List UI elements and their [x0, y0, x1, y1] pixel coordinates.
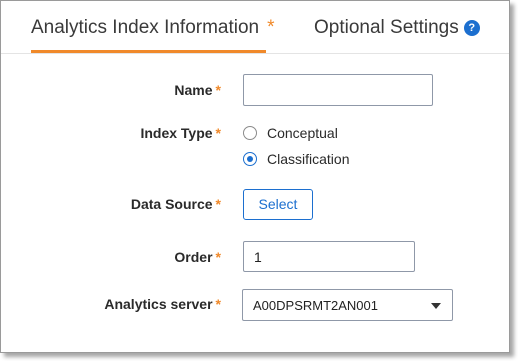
dropdown-selected-value: A00DPSRMT2AN001 [253, 298, 378, 313]
active-tab-indicator [31, 50, 266, 53]
data-source-select-button[interactable]: Select [243, 189, 313, 220]
radio-unchecked-icon[interactable] [243, 126, 257, 140]
radio-checked-icon[interactable] [243, 152, 257, 166]
radio-label: Conceptual [267, 125, 338, 141]
name-label-text: Name [174, 82, 213, 98]
analytics-server-label-text: Analytics server [104, 296, 213, 312]
required-asterisk: * [215, 125, 221, 141]
radio-option-classification[interactable]: Classification [243, 150, 349, 168]
required-asterisk: * [215, 196, 221, 212]
caret-down-icon[interactable] [431, 303, 441, 309]
tab-optional-settings[interactable]: Optional Settings? [314, 17, 480, 39]
tab-bar: Analytics Index Information * Optional Se… [1, 1, 509, 54]
required-asterisk: * [215, 82, 221, 98]
radio-label: Classification [267, 151, 350, 167]
index-type-label-text: Index Type [140, 125, 213, 141]
tab-analytics-index-information[interactable]: Analytics Index Information * [31, 17, 275, 39]
order-input[interactable] [243, 241, 415, 272]
index-type-label: Index Type * [140, 125, 221, 141]
name-label: Name * [174, 82, 221, 98]
data-source-label: Data Source * [131, 196, 221, 212]
data-source-label-text: Data Source [130, 196, 213, 212]
required-asterisk: * [267, 17, 275, 38]
order-label: Order * [174, 249, 221, 265]
analytics-server-label: Analytics server * [104, 296, 221, 312]
dialog-panel: Analytics Index Information * Optional Se… [0, 0, 510, 353]
radio-option-conceptual[interactable]: Conceptual [243, 124, 338, 142]
tab-label: Analytics Index Information [31, 17, 260, 38]
tab-label: Optional Settings [314, 17, 459, 38]
name-input[interactable] [243, 74, 433, 106]
help-icon[interactable]: ? [463, 20, 480, 36]
required-asterisk: * [215, 249, 221, 265]
order-label-text: Order [174, 249, 213, 265]
analytics-server-dropdown[interactable]: A00DPSRMT2AN001 [242, 289, 453, 321]
required-asterisk: * [215, 296, 221, 312]
